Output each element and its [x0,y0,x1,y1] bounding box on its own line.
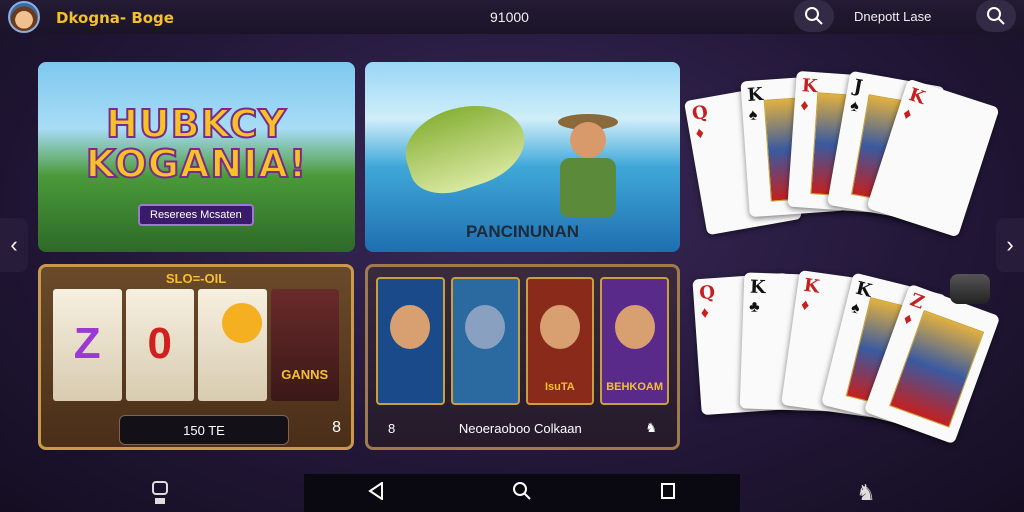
slot2-icon: ♞ [645,420,657,435]
tile-logo-line1: HUBKCY [105,102,287,146]
slot2-count: 8 [388,420,396,436]
search-button[interactable] [794,0,834,32]
tile-logo-line2: KOGANIA! [85,142,308,186]
search-icon [987,7,1005,25]
character-card: IsuTA [525,277,595,405]
carousel-prev-button[interactable]: ‹ [0,218,28,272]
slot-machine-tile[interactable]: SLO=-OIL Z 0 GANNS 150 TE 8 [38,264,354,450]
game-tile-fishing[interactable]: PANCINUNAN [365,62,680,252]
chess-knight-icon[interactable]: ♞ [852,478,880,508]
system-nav-bar [304,474,740,512]
search-icon[interactable] [512,481,532,506]
reel [198,289,267,401]
trophy-icon[interactable] [146,478,174,508]
character-card: BEHKOAM [600,277,669,405]
tile-logo: HUBKCY KOGANIA! [38,102,355,186]
deposit-label[interactable]: Dnepott Lase [854,9,931,24]
dice-cup-icon [950,274,990,304]
reel: 0 [125,289,194,401]
carousel-next-button[interactable]: › [996,218,1024,272]
top-bar: Dkogna- Boge 91000 Dnepott Lase [0,0,1024,34]
search-icon [805,7,823,25]
fish-illustration [395,90,535,204]
slot-count: 8 [332,419,341,436]
game-tile-hubkcy[interactable]: HUBKCY KOGANIA! Reserees Mcsaten [38,62,355,252]
character-row: IsuTA BEHKOAM [376,277,669,405]
tile-subtitle: Reserees Mcsaten [138,204,254,226]
reel: Z [53,289,122,401]
tile-caption: PANCINUNAN [465,222,579,241]
back-icon[interactable] [368,480,384,505]
reels: Z 0 GANNS [53,289,339,401]
slot2-caption: Neoeraoboo Colkaan [458,420,582,436]
slot-title: SLO=-OIL [165,271,227,286]
avatar[interactable] [8,1,40,33]
slot-amount-bar: 150 TE [119,415,289,445]
character-card [450,277,520,405]
reel: GANNS [270,289,339,401]
search-button-2[interactable] [976,0,1016,32]
square-icon[interactable] [660,482,676,505]
character-slot-tile[interactable]: IsuTA BEHKOAM 8 Neoeraoboo Colkaan ♞ [365,264,680,450]
character-slot-bar: 8 Neoeraoboo Colkaan ♞ [388,415,657,441]
brand-title: Dkogna- Boge [56,9,174,27]
character-card [376,277,445,405]
balance-value: 91000 [490,9,529,25]
